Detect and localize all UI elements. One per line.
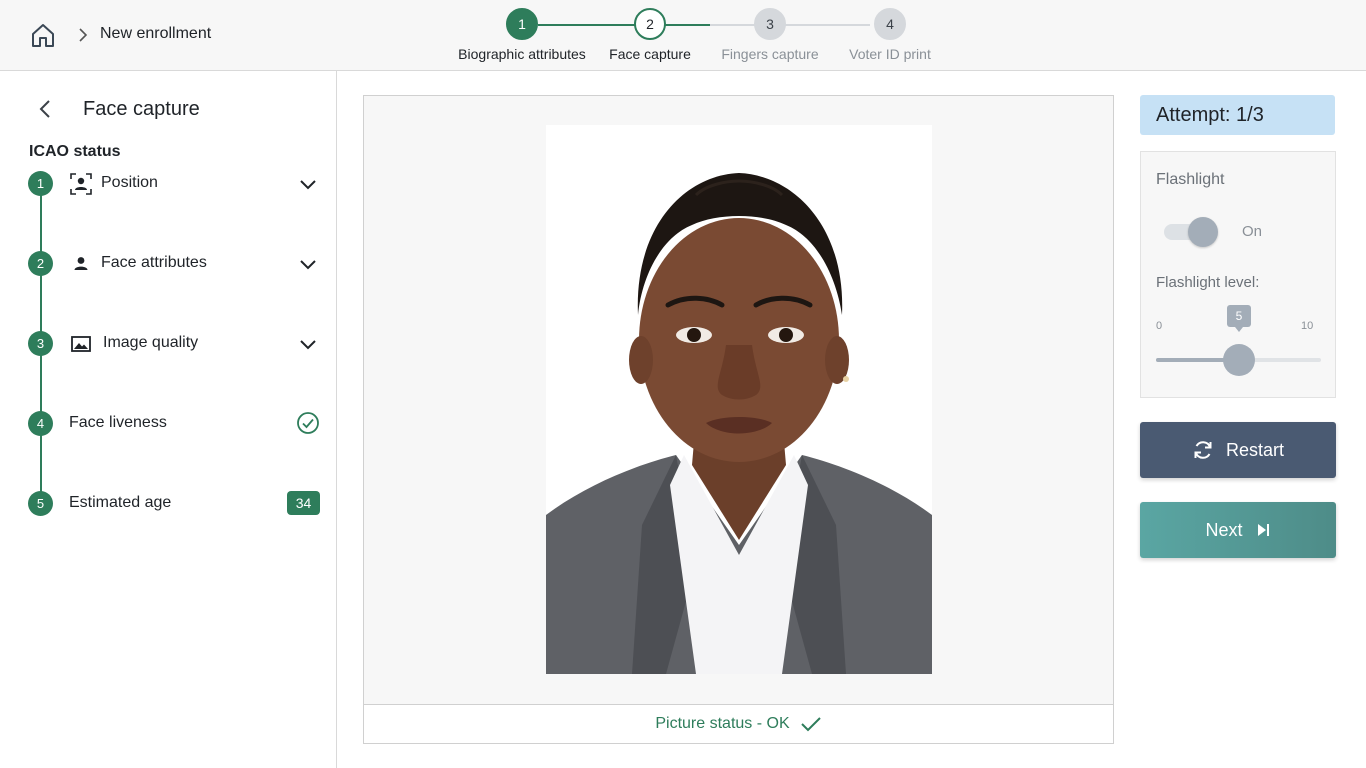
item-label: Face liveness (69, 414, 167, 431)
face-capture-panel: Picture status - OK (363, 95, 1114, 744)
captured-face-photo (546, 125, 932, 674)
slider-value-tooltip: 5 (1227, 305, 1251, 332)
chevron-down-icon[interactable] (296, 252, 320, 276)
flashlight-title: Flashlight (1156, 171, 1225, 188)
person-icon (69, 252, 93, 276)
icao-item-estimated-age: 5 Estimated age 34 (28, 491, 324, 517)
item-label: Position (101, 174, 158, 191)
check-circle-icon (297, 412, 319, 434)
home-button[interactable] (28, 20, 58, 50)
breadcrumb-title: New enrollment (100, 25, 212, 42)
toggle-knob (1188, 217, 1218, 247)
picture-status-bar: Picture status - OK (364, 704, 1113, 743)
chevron-right-icon (79, 28, 88, 42)
item-label: Image quality (103, 334, 199, 351)
item-number-badge: 4 (28, 411, 53, 436)
enrollment-stepper: 1 Biographic attributes 2 Face capture 3… (440, 8, 960, 68)
flashlight-level-slider[interactable]: 5 (1156, 302, 1321, 376)
restart-button[interactable]: Restart (1140, 422, 1336, 478)
icao-item-face-attributes[interactable]: 2 Face attributes (28, 251, 324, 277)
chevron-down-icon[interactable] (296, 332, 320, 356)
item-number-badge: 1 (28, 171, 53, 196)
item-label: Estimated age (69, 494, 172, 511)
picture-status-text: Picture status - OK (655, 715, 790, 732)
flashlight-level-title: Flashlight level: (1156, 274, 1260, 291)
item-number-badge: 5 (28, 491, 53, 516)
icao-sidebar: Face capture ICAO status 1 Position 2 Fa… (0, 71, 337, 768)
item-label: Face attributes (101, 254, 207, 271)
attempt-counter: Attempt: 1/3 (1140, 95, 1335, 135)
step-number: 2 (634, 8, 666, 40)
step-number: 4 (874, 8, 906, 40)
chevron-down-icon[interactable] (296, 172, 320, 196)
skip-next-icon (1257, 524, 1269, 536)
icao-status-label: ICAO status (29, 143, 121, 160)
item-number-badge: 3 (28, 331, 53, 356)
home-icon (32, 24, 54, 47)
item-number-badge: 2 (28, 251, 53, 276)
step-number: 3 (754, 8, 786, 40)
flashlight-toggle[interactable] (1164, 217, 1218, 247)
icao-item-position[interactable]: 1 Position (28, 171, 324, 197)
step-label: Voter ID print (849, 46, 931, 62)
sidebar-title: Face capture (83, 98, 200, 120)
restart-button-label: Restart (1225, 439, 1285, 460)
back-arrow-icon[interactable] (34, 97, 56, 121)
step-number: 1 (506, 8, 538, 40)
checkmark-icon (800, 717, 821, 732)
next-button[interactable]: Next (1140, 502, 1336, 558)
age-badge: 34 (287, 491, 320, 515)
flashlight-panel: Flashlight On Flashlight level: 0 10 5 (1140, 151, 1336, 398)
person-frame-icon (69, 172, 93, 196)
refresh-icon (1194, 441, 1212, 459)
top-header: New enrollment 1 Biographic attributes 2… (0, 0, 1366, 71)
icao-item-face-liveness: 4 Face liveness (28, 411, 324, 437)
flashlight-state-label: On (1242, 223, 1263, 240)
image-icon (69, 332, 93, 356)
icao-item-image-quality[interactable]: 3 Image quality (28, 331, 324, 357)
step-voter-id-print[interactable]: 4 Voter ID print (815, 8, 965, 62)
slider-thumb[interactable] (1223, 344, 1255, 376)
next-button-label: Next (1205, 519, 1243, 540)
